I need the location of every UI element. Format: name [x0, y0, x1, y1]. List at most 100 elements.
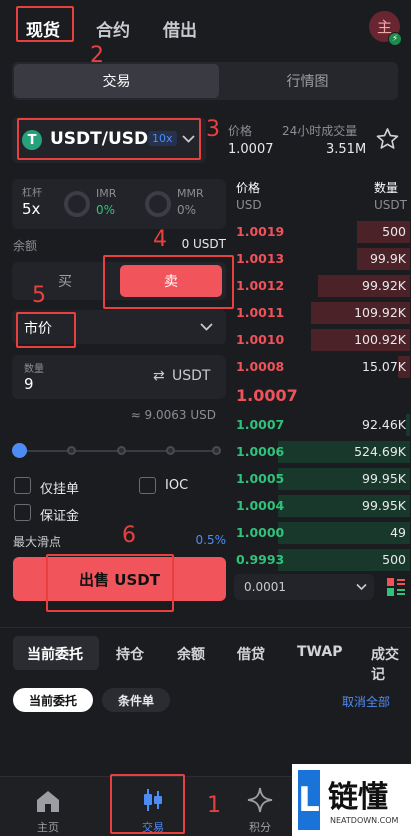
ob-bid-row[interactable]: 0.9993 500 [234, 549, 410, 571]
ob-ask-row[interactable]: 1.0010 100.92K [234, 329, 410, 351]
annotation-box-order-type [16, 312, 76, 348]
slider-tick[interactable] [212, 446, 221, 455]
slider-tick[interactable] [67, 446, 76, 455]
mmr-ring-icon [145, 191, 171, 217]
ob-price-header: 价格 [236, 181, 261, 195]
segment-market-chart[interactable]: 行情图 [219, 64, 396, 98]
ob-ask-price: 1.0011 [236, 305, 285, 320]
annotation-box-trade-nav [110, 774, 185, 834]
post-only-checkbox[interactable] [14, 477, 31, 494]
ob-ask-row[interactable]: 1.0013 99.9K [234, 248, 410, 270]
ob-ask-qty: 99.92K [362, 278, 406, 293]
tab-positions[interactable]: 持仓 [116, 644, 144, 664]
quantity-field[interactable]: 数量 9 ⇄ USDT [12, 355, 226, 399]
ob-ask-row[interactable]: 1.0008 15.07K [234, 356, 410, 378]
ticker-price: 1.0007 [228, 142, 274, 157]
ob-bid-qty: 92.46K [362, 417, 406, 432]
tab-trade-history[interactable]: 成交记 [371, 644, 411, 684]
leverage-card[interactable]: 杠杆 5x IMR 0% MMR 0% [12, 179, 226, 229]
ob-bid-row[interactable]: 1.0000 49 [234, 522, 410, 544]
mmr-label: MMR [177, 187, 204, 200]
margin-checkbox[interactable] [14, 504, 31, 521]
watermark-logo: L [298, 770, 320, 830]
ob-bid-price: 1.0006 [236, 444, 285, 459]
ob-ask-row[interactable]: 1.0019 500 [234, 221, 410, 243]
ticker-volume: 3.51M [326, 142, 367, 157]
ob-ask-price: 1.0010 [236, 332, 285, 347]
sparkle-icon [247, 787, 273, 813]
ob-bid-price: 1.0000 [236, 525, 285, 540]
annotation-box-pair [17, 118, 201, 160]
swap-icon[interactable]: ⇄ [153, 368, 165, 384]
imr-ring-icon [64, 191, 90, 217]
ob-bid-qty: 524.69K [354, 444, 406, 459]
ob-bid-qty: 500 [382, 552, 406, 567]
imr-label: IMR [96, 187, 117, 200]
orderbook-layout-icon[interactable] [386, 577, 406, 597]
ioc-checkbox[interactable] [139, 477, 156, 494]
tab-balance[interactable]: 余额 [177, 644, 205, 664]
ob-ask-price: 1.0012 [236, 278, 285, 293]
ob-ask-row[interactable]: 1.0011 109.92K [234, 302, 410, 324]
ob-qty-header: 数量 [374, 181, 399, 195]
divider [0, 627, 411, 628]
annotation-number: 1 [207, 793, 221, 818]
tab-futures[interactable]: 合约 [96, 16, 130, 41]
chevron-down-icon [200, 323, 213, 331]
slider-tick[interactable] [117, 446, 126, 455]
tab-lend[interactable]: 借出 [163, 16, 197, 41]
watermark: L 链懂 NEATDOWN.COM [292, 764, 411, 836]
ob-bid-price: 1.0004 [236, 498, 285, 513]
leverage-value: 5x [22, 200, 41, 218]
star-icon[interactable] [375, 127, 400, 151]
segment-trade[interactable]: 交易 [14, 64, 219, 98]
ticker-volume-label: 24小时成交量 [282, 124, 358, 138]
amount-slider-handle[interactable] [12, 443, 27, 458]
watermark-sub: NEATDOWN.COM [330, 816, 399, 825]
mmr-value: 0% [177, 203, 197, 217]
lightning-icon: ⚡ [388, 32, 402, 46]
post-only-label: 仅挂单 [40, 482, 80, 497]
ob-bid-price: 1.0007 [236, 417, 285, 432]
annotation-number: 2 [90, 43, 104, 68]
tab-open-orders[interactable]: 当前委托 [27, 644, 83, 664]
tab-twap[interactable]: TWAP [297, 644, 342, 660]
balance-value: 0 USDT [181, 237, 226, 251]
slippage-label: 最大滑点 [13, 535, 62, 549]
ob-bid-row[interactable]: 1.0004 99.95K [234, 495, 410, 517]
ob-ask-qty: 15.07K [362, 359, 406, 374]
annotation-box-submit [46, 554, 174, 612]
ob-ask-row[interactable]: 1.0012 99.92K [234, 275, 410, 297]
ob-price-unit: USD [236, 198, 262, 212]
ob-bid-qty: 99.95K [362, 498, 406, 513]
home-icon [37, 791, 59, 812]
nav-home-label: 主页 [37, 821, 59, 834]
tick-size-value: 0.0001 [244, 580, 286, 594]
quantity-value[interactable]: 9 [24, 375, 34, 393]
ob-bid-qty: 99.95K [362, 471, 406, 486]
ob-ask-price: 1.0019 [236, 224, 285, 239]
ob-depth-bar [406, 414, 410, 436]
slippage-value[interactable]: 0.5% [190, 533, 227, 547]
annotation-box-sell [103, 255, 234, 309]
ob-ask-qty: 109.92K [354, 305, 406, 320]
cancel-all-link[interactable]: 取消全部 [342, 693, 390, 710]
ob-bid-row[interactable]: 1.0006 524.69K [234, 441, 410, 463]
ob-bid-qty: 49 [390, 525, 406, 540]
tab-loans[interactable]: 借贷 [237, 644, 265, 664]
ticker-price-label: 价格 [228, 124, 253, 138]
ioc-label: IOC [165, 478, 189, 493]
tick-size-select[interactable]: 0.0001 [234, 574, 374, 600]
ob-ask-qty: 99.9K [369, 251, 406, 266]
filter-conditional-orders[interactable]: 条件单 [102, 688, 170, 712]
annotation-number: 4 [153, 227, 167, 252]
quantity-label: 数量 [24, 364, 44, 375]
ob-bid-row[interactable]: 1.0007 92.46K [234, 414, 410, 436]
filter-current-orders[interactable]: 当前委托 [13, 688, 93, 712]
margin-label: 保证金 [40, 509, 80, 524]
slider-tick[interactable] [166, 446, 175, 455]
ob-ask-qty: 500 [382, 224, 406, 239]
ob-bid-price: 0.9993 [236, 552, 285, 567]
ob-ask-qty: 100.92K [354, 332, 406, 347]
ob-bid-row[interactable]: 1.0005 99.95K [234, 468, 410, 490]
